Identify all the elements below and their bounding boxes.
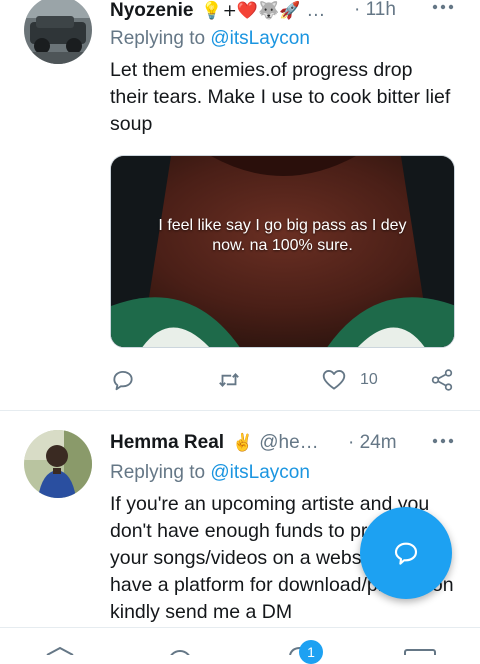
replying-to: Replying to @itsLaycon xyxy=(110,462,310,484)
avatar-image xyxy=(24,0,92,64)
reply-mention[interactable]: @itsLaycon xyxy=(210,462,310,483)
avatar-image xyxy=(24,430,92,498)
tweet-divider xyxy=(0,410,480,411)
replying-to-label: Replying to xyxy=(110,28,206,49)
tweet-text: Let them enemies.of progress drop their … xyxy=(110,59,451,135)
user-handle[interactable]: @he… xyxy=(259,432,318,454)
reply-button[interactable] xyxy=(110,366,136,394)
tweet-media[interactable]: I feel like say I go big pass as I dey n… xyxy=(110,155,455,348)
name-emojis: ✌️ xyxy=(232,433,254,453)
replying-to: Replying to @itsLaycon xyxy=(110,28,310,50)
bottom-nav-icons xyxy=(46,646,436,655)
search-icon[interactable] xyxy=(169,650,191,655)
display-name[interactable]: Nyozenie xyxy=(110,0,193,22)
retweet-button[interactable] xyxy=(216,366,242,394)
display-name[interactable]: Hemma Real xyxy=(110,432,224,454)
user-handle[interactable]: … xyxy=(306,0,325,22)
notification-badge: 1 xyxy=(299,640,323,664)
reply-mention[interactable]: @itsLaycon xyxy=(210,28,310,49)
name-emojis: 💡+❤️🐺🚀 xyxy=(201,1,301,21)
like-button[interactable]: 10 xyxy=(320,366,378,394)
replying-to-label: Replying to xyxy=(110,462,206,483)
avatar[interactable] xyxy=(24,0,92,64)
media-caption: I feel like say I go big pass as I dey n… xyxy=(158,217,407,254)
share-button[interactable] xyxy=(429,366,455,394)
avatar[interactable] xyxy=(24,430,92,498)
share-icon xyxy=(431,369,453,391)
compose-reply-button[interactable] xyxy=(360,507,452,599)
heart-icon xyxy=(322,369,346,390)
messages-icon[interactable] xyxy=(404,649,436,655)
retweet-icon xyxy=(219,373,239,387)
tweet-time[interactable]: · 11h xyxy=(354,0,396,21)
bottom-nav xyxy=(0,627,480,655)
tweet-time[interactable]: · 24m xyxy=(348,432,397,454)
reply-icon xyxy=(113,370,133,391)
tweet-actions: 10 xyxy=(110,366,460,394)
more-dots-icon[interactable] xyxy=(432,0,454,17)
like-count: 10 xyxy=(360,371,378,388)
compose-icon xyxy=(394,542,418,565)
more-dots-icon[interactable] xyxy=(432,428,454,451)
